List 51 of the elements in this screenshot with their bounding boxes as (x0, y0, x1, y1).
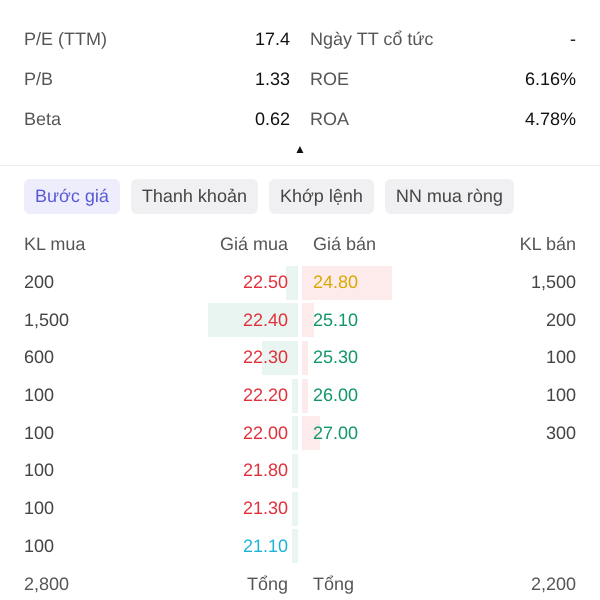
metric-label: Beta (24, 108, 62, 130)
column-header: KL bán (520, 234, 576, 256)
metric-label: ROE (310, 68, 350, 90)
tab[interactable]: NN mua ròng (384, 179, 514, 214)
bid-volume: 100 (24, 536, 54, 557)
metric-label: ROA (310, 108, 350, 130)
bid-price: 21.80 (242, 460, 288, 482)
metric-value: 6.16% (524, 68, 576, 90)
column-header: Giá bán (313, 234, 376, 256)
ask-volume: 1,500 (530, 272, 576, 294)
bid-price: 22.50 (242, 272, 288, 294)
ask-price: 27.00 (313, 422, 358, 444)
metric-label: P/B (24, 68, 54, 90)
bid-price: 22.30 (242, 347, 288, 368)
metric-label: P/E (TTM) (24, 28, 107, 50)
ask-price: 25.30 (313, 347, 358, 368)
bid-price: 22.20 (242, 385, 288, 406)
bid-volume: 100 (24, 385, 54, 406)
bid-price: 22.40 (242, 310, 288, 331)
tab[interactable]: Bước giá (24, 179, 120, 214)
bid-volume: 200 (24, 272, 54, 294)
bid-total: 2,800 (24, 574, 70, 595)
metric-label: Ngày TT cổ tức (310, 28, 434, 50)
ask-volume: 100 (546, 385, 576, 406)
tab[interactable]: Thanh khoản (130, 179, 258, 214)
bid-volume: 100 (24, 498, 54, 520)
bid-volume: 1,500 (24, 310, 70, 331)
collapse-toggle[interactable]: ▲ (294, 142, 306, 156)
bid-volume: 100 (24, 460, 54, 482)
metric-value: 17.4 (254, 28, 290, 50)
bid-price: 21.10 (242, 536, 288, 557)
total-label: Tổng (246, 574, 288, 595)
bid-volume: 600 (24, 347, 54, 368)
metric-value: 1.33 (254, 68, 290, 90)
metric-value: 0.62 (254, 108, 290, 130)
ask-volume: 300 (546, 422, 576, 444)
ask-price: 25.10 (313, 310, 358, 331)
column-header: KL mua (24, 234, 86, 256)
metric-value: 4.78% (524, 108, 576, 130)
ask-volume: 200 (546, 310, 576, 331)
tab[interactable]: Khớp lệnh (268, 179, 374, 214)
metric-value: - (570, 28, 576, 50)
column-header: Giá mua (220, 234, 288, 256)
bid-price: 22.00 (242, 422, 288, 444)
bid-price: 21.30 (242, 498, 288, 520)
ask-volume: 100 (546, 347, 576, 368)
bid-volume: 100 (24, 422, 54, 444)
ask-total: 2,200 (530, 574, 576, 595)
total-label: Tổng (313, 574, 354, 595)
ask-price: 26.00 (313, 385, 358, 406)
ask-price: 24.80 (313, 272, 358, 294)
